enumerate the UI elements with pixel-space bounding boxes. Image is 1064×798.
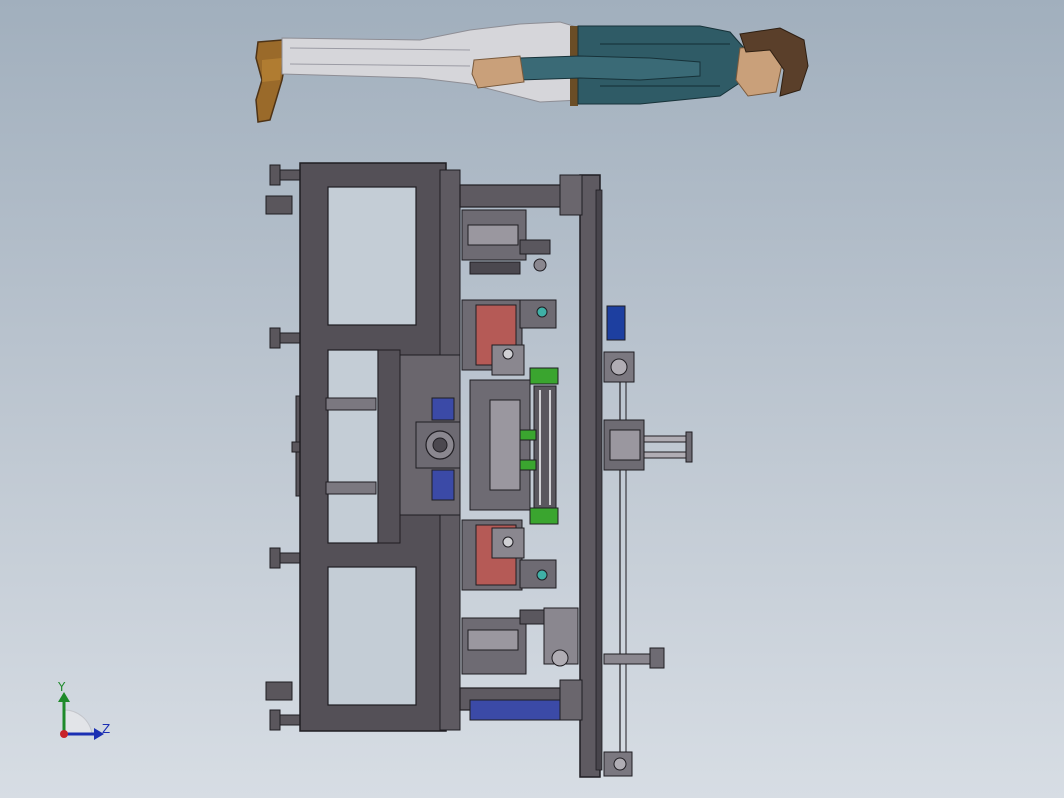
cad-model-scene[interactable]	[0, 0, 1064, 798]
control-box	[603, 305, 635, 777]
triad-y-label: Y	[58, 680, 66, 694]
axis-triad	[58, 692, 104, 740]
triad-z-label: Z	[102, 722, 111, 736]
right-side-lever	[603, 647, 665, 669]
upper-station	[461, 299, 557, 376]
right-side-actuator	[603, 419, 693, 471]
machine-assembly[interactable]	[265, 162, 693, 778]
lower-station	[461, 519, 557, 591]
upper-cylinder-assembly	[461, 209, 551, 275]
human-reference-figure	[255, 21, 809, 123]
cad-model-viewport[interactable]: Y Z	[0, 0, 1064, 798]
center-mechanism	[469, 367, 559, 525]
